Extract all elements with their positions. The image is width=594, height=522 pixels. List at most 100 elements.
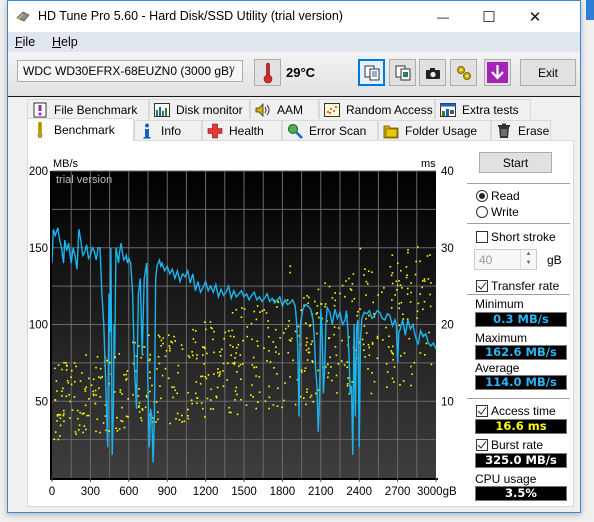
temperature-readout: 29°C — [286, 65, 316, 80]
title-bar[interactable]: HD Tune Pro 5.60 - Hard Disk/SSD Utility… — [8, 1, 580, 32]
write-label: Write — [491, 205, 519, 219]
magnifier-icon — [287, 123, 303, 139]
extra-tests-icon — [440, 102, 456, 118]
menu-file[interactable]: File — [15, 35, 35, 49]
maximum-label: Maximum — [475, 331, 528, 345]
tab-error-scan[interactable]: Error Scan — [282, 120, 378, 140]
tab-folder-usage[interactable]: Folder Usage — [378, 120, 491, 140]
divider — [467, 183, 570, 184]
menu-help-label: elp — [61, 35, 78, 49]
download-arrow-icon — [487, 62, 508, 83]
minimize-icon: — — [437, 9, 449, 24]
exit-button-label: Exit — [537, 65, 558, 80]
tab-file-benchmark[interactable]: File Benchmark — [27, 99, 149, 119]
burst-rate-label: Burst rate — [491, 438, 544, 452]
divider — [467, 294, 570, 295]
desktop-background — [582, 0, 594, 522]
minimum-value: 0.3 MB/s — [475, 312, 567, 327]
tab-random-access[interactable]: Random Access — [319, 99, 435, 119]
menu-help[interactable]: Help — [52, 35, 78, 49]
tab-label: Erase — [518, 123, 550, 138]
tab-disk-monitor[interactable]: Disk monitor — [149, 99, 250, 119]
divider — [467, 223, 570, 224]
tab-label: Health — [229, 123, 264, 138]
average-value: 114.0 MB/s — [475, 375, 567, 390]
health-cross-icon — [207, 123, 223, 139]
save-screenshot-button[interactable] — [419, 59, 446, 86]
close-icon: ✕ — [528, 8, 542, 26]
menu-help-accel: H — [52, 35, 62, 49]
minimize-button[interactable]: — — [420, 1, 466, 32]
drive-select[interactable]: WDC WD30EFRX-68EUZN0 (3000 gB) ∨ — [17, 60, 243, 82]
copy-text-button[interactable] — [358, 59, 385, 86]
tab-label: Extra tests — [462, 102, 519, 117]
menu-bar: File Help — [8, 32, 580, 52]
copy-screenshot-button[interactable] — [389, 59, 416, 86]
access-time-checkbox[interactable] — [476, 405, 488, 417]
window-title: HD Tune Pro 5.60 - Hard Disk/SSD Utility… — [38, 9, 343, 23]
folder-icon — [383, 123, 399, 139]
tab-health[interactable]: Health — [202, 120, 282, 140]
start-button-label: Start — [502, 155, 529, 170]
close-button[interactable]: ✕ — [512, 1, 558, 32]
chevron-down-icon: ∨ — [228, 64, 236, 75]
access-time-label: Access time — [491, 404, 556, 418]
tab-benchmark[interactable]: Benchmark — [27, 118, 134, 141]
spin-down-icon[interactable]: ▼ — [521, 259, 536, 268]
drive-select-value: WDC WD30EFRX-68EUZN0 (3000 gB) — [23, 64, 234, 78]
tab-label: Benchmark — [54, 123, 115, 137]
tab-label: AAM — [277, 102, 304, 117]
hdtune-app-icon — [16, 11, 30, 22]
burst-rate-value: 325.0 MB/s — [475, 453, 567, 468]
spin-up-icon[interactable]: ▲ — [521, 250, 536, 259]
info-icon — [139, 123, 155, 139]
tab-extra-tests[interactable]: Extra tests — [435, 99, 531, 119]
file-benchmark-icon — [32, 102, 48, 118]
temperature-button[interactable] — [254, 59, 281, 86]
exit-button[interactable]: Exit — [520, 59, 576, 86]
maximum-value: 162.6 MB/s — [475, 345, 567, 360]
short-stroke-size-input[interactable]: 40 ▲ ▼ — [474, 249, 537, 270]
download-button[interactable] — [484, 59, 511, 86]
start-button[interactable]: Start — [479, 152, 552, 173]
menu-file-accel: F — [15, 35, 23, 49]
short-stroke-checkbox[interactable] — [476, 231, 488, 243]
average-label: Average — [475, 361, 520, 375]
tab-label: File Benchmark — [54, 102, 138, 117]
maximize-button[interactable]: ☐ — [466, 1, 512, 32]
menu-file-label: ile — [22, 35, 36, 49]
trash-icon — [496, 123, 512, 139]
burst-rate-checkbox[interactable] — [476, 439, 488, 451]
gears-icon — [456, 65, 471, 80]
read-label: Read — [491, 189, 520, 203]
options-button[interactable] — [450, 59, 477, 86]
toolbar: WDC WD30EFRX-68EUZN0 (3000 gB) ∨ 29°C Ex… — [8, 52, 580, 97]
transfer-rate-checkbox[interactable] — [476, 280, 488, 292]
tab-label: Random Access — [346, 102, 433, 117]
access-time-value: 16.6 ms — [475, 419, 567, 434]
tab-erase[interactable]: Erase — [491, 120, 551, 140]
tab-info[interactable]: Info — [134, 120, 202, 140]
desktop-window-edge — [586, 0, 594, 20]
read-radio[interactable] — [476, 190, 488, 202]
short-stroke-value: 40 — [479, 253, 493, 267]
speaker-icon — [255, 102, 271, 118]
tab-label: Disk monitor — [176, 102, 243, 117]
tab-aam[interactable]: AAM — [250, 99, 319, 119]
camera-icon — [425, 67, 440, 79]
copy-text-icon — [364, 65, 379, 80]
short-stroke-unit: gB — [547, 253, 562, 267]
disk-monitor-icon — [154, 102, 170, 118]
divider — [467, 398, 570, 399]
exclamation-icon — [32, 122, 48, 138]
random-access-icon — [324, 102, 340, 118]
cpu-usage-value: 3.5% — [475, 486, 567, 501]
tab-label: Error Scan — [309, 123, 367, 138]
checkmark-icon — [477, 282, 487, 290]
write-radio[interactable] — [476, 206, 488, 218]
spin-buttons[interactable]: ▲ ▼ — [520, 250, 536, 269]
maximize-icon: ☐ — [482, 8, 496, 26]
minimum-label: Minimum — [475, 297, 524, 311]
tab-label: Folder Usage — [405, 123, 478, 138]
tab-label: Info — [161, 123, 182, 138]
